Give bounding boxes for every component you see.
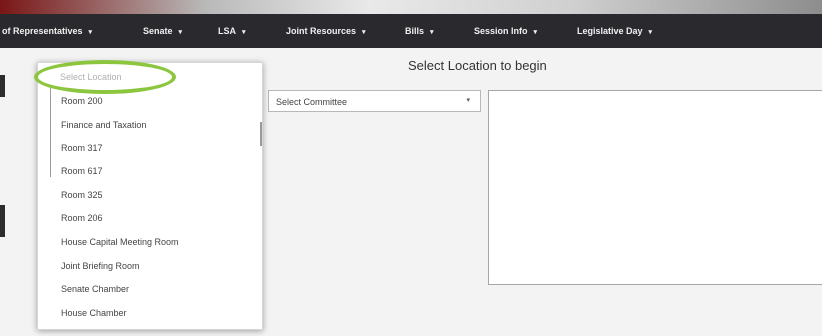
location-option[interactable]: Room 200 [61, 96, 103, 106]
location-option[interactable]: Joint Briefing Room [61, 261, 140, 271]
chevron-down-icon: ▾ [242, 29, 246, 36]
nav-item-joint-resources[interactable]: Joint Resources ▾ [286, 26, 366, 36]
nav-item-session-info[interactable]: Session Info ▾ [474, 26, 537, 36]
chevron-down-icon: ▾ [648, 29, 653, 36]
chevron-down-icon: ▾ [362, 29, 366, 36]
page-title: Select Location to begin [408, 58, 547, 73]
chevron-down-icon: ▾ [88, 29, 93, 36]
nav-item-label: Session Info [474, 26, 528, 36]
chevron-down-icon: ▾ [430, 29, 434, 36]
nav-item-lsa[interactable]: LSA ▾ [218, 26, 246, 36]
left-edge-marker [0, 205, 5, 237]
left-edge-marker [0, 75, 5, 97]
committee-select-value: Select Committee [276, 97, 348, 107]
main-navbar: of Representatives ▾ Senate ▾ LSA ▾ Joint R… [0, 14, 822, 48]
location-option[interactable]: House Capital Meeting Room [61, 237, 179, 247]
location-option[interactable]: Room 206 [61, 213, 103, 223]
committee-select[interactable]: Select Committee ▾ [268, 90, 481, 112]
schedule-panel [488, 90, 822, 285]
nav-item-label: Legislative Day [577, 26, 643, 36]
location-option[interactable]: Room 617 [61, 166, 103, 176]
highlight-ring-annotation [34, 60, 176, 94]
nav-item-label: of Representatives [2, 26, 83, 36]
location-option[interactable]: Room 325 [61, 190, 103, 200]
nav-item-house[interactable]: of Representatives ▾ [2, 26, 92, 36]
top-banner-strip [0, 0, 822, 14]
chevron-down-icon: ▾ [533, 29, 538, 36]
dropdown-border-line [50, 85, 51, 177]
location-option[interactable]: Senate Chamber [61, 284, 129, 294]
nav-item-label: LSA [218, 26, 236, 36]
chevron-down-icon: ▾ [466, 97, 470, 104]
dropdown-scrollbar[interactable] [260, 122, 262, 146]
nav-item-legislative-day[interactable]: Legislative Day ▾ [577, 26, 652, 36]
location-option[interactable]: Finance and Taxation [61, 120, 146, 130]
nav-item-label: Bills [405, 26, 425, 36]
location-option[interactable]: Room 317 [61, 143, 103, 153]
nav-item-bills[interactable]: Bills ▾ [405, 26, 434, 36]
chevron-down-icon: ▾ [178, 29, 183, 36]
nav-item-senate[interactable]: Senate ▾ [143, 26, 182, 36]
nav-item-label: Joint Resources [286, 26, 357, 36]
nav-item-label: Senate [143, 26, 173, 36]
location-option[interactable]: House Chamber [61, 308, 127, 318]
